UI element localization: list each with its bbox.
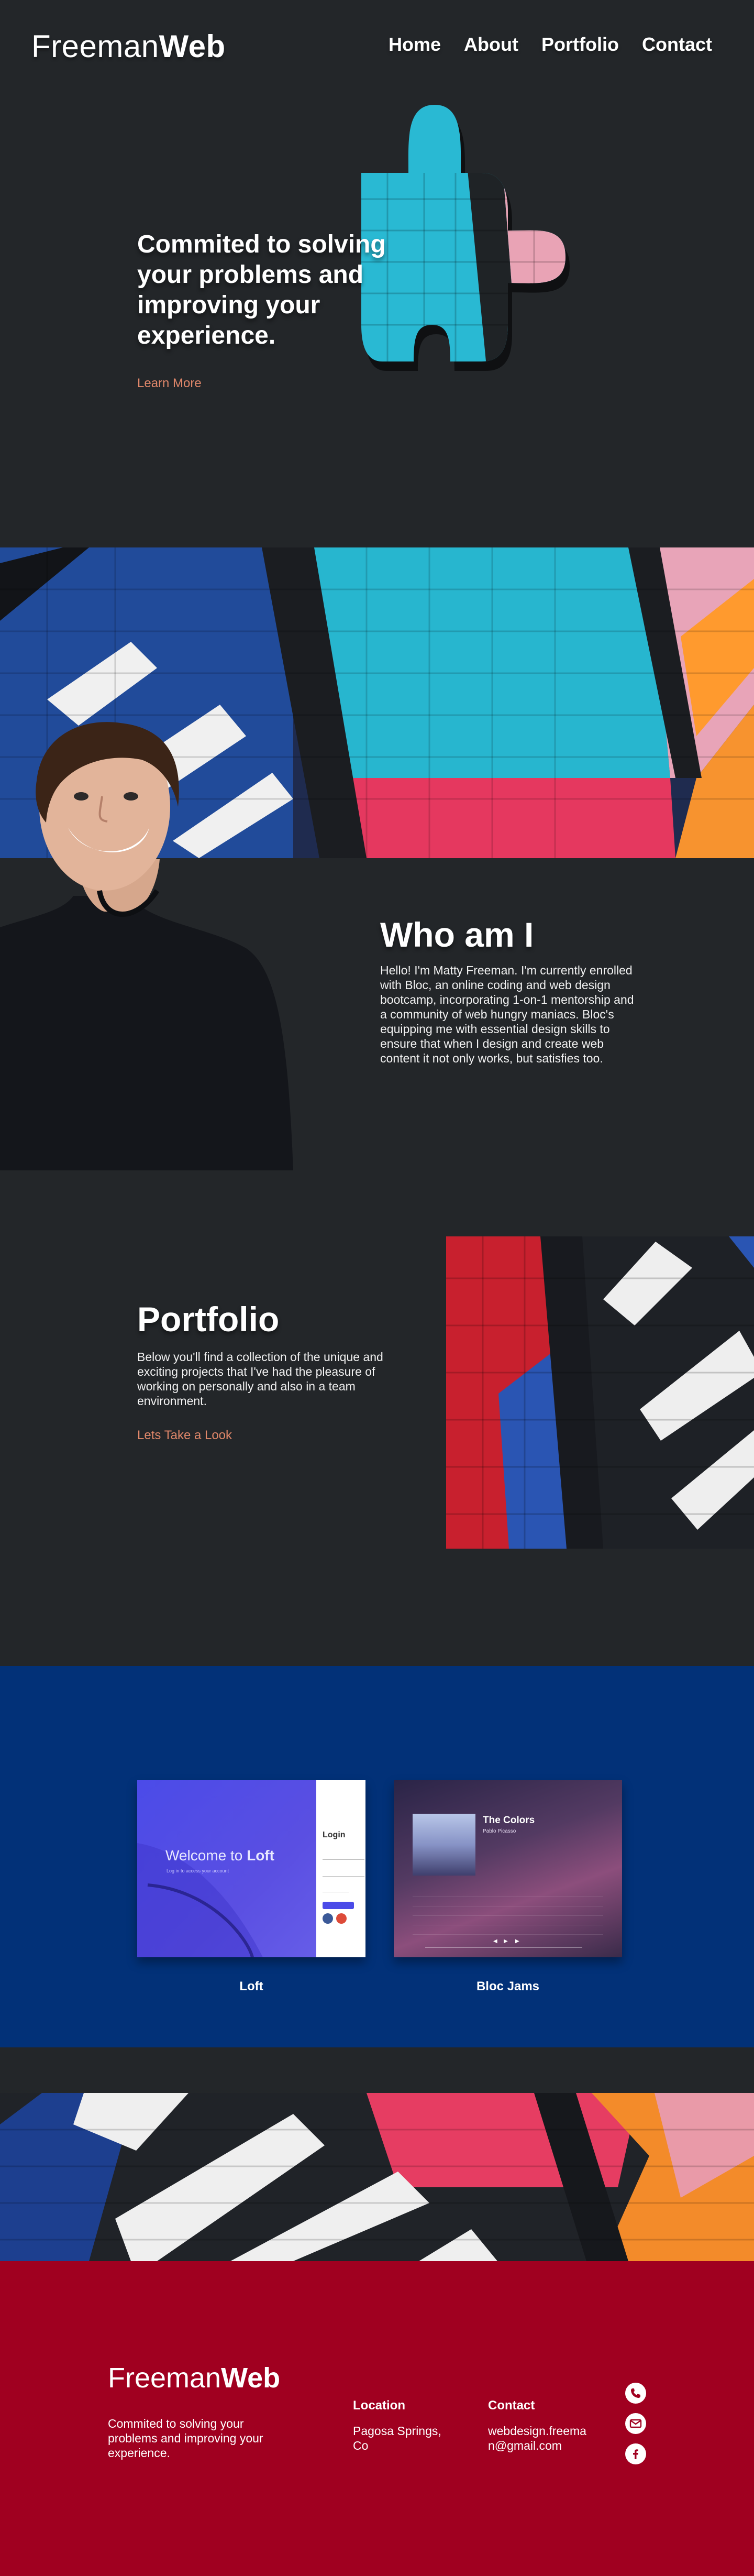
location-value: Pagosa Springs, Co [353,2424,441,2452]
project-caption-loft[interactable]: Loft [137,1979,365,1994]
footer-logo-light: Freeman [108,2362,221,2394]
hero-heading: Commited to solving your problems and im… [137,231,386,349]
footer-logo-bold: Web [221,2362,281,2394]
loft-welcome-bold: Loft [247,1847,274,1864]
portfolio-artwork [446,1236,754,1549]
about-body: Hello! I'm Matty Freeman. I'm currently … [380,963,634,1065]
loft-google-icon [336,1913,347,1924]
play-icon: ▶ [504,1938,508,1944]
prev-icon: ◀ [493,1938,497,1944]
mural-banner-bottom [0,2093,754,2261]
loft-email-field [323,1852,364,1860]
header: FreemanWeb Home About Portfolio Contact [0,0,754,94]
footer-logo[interactable]: FreemanWeb [108,2362,280,2394]
loft-login-label: Login [323,1830,346,1839]
loft-remember-field [323,1885,349,1892]
facebook-icon[interactable] [625,2443,646,2464]
album-title: The Colors [483,1815,535,1826]
loft-facebook-icon [323,1913,333,1924]
loft-login-panel: Login [316,1780,365,1957]
projects-section: Welcome to Loft Log in to access your ac… [0,1666,754,2047]
portfolio-body: Below you'll find a collection of the un… [137,1350,383,1408]
page: FreemanWeb Home About Portfolio Contact [0,0,754,2576]
track-row [413,1934,603,1935]
project-caption-bloc-jams[interactable]: Bloc Jams [394,1979,622,1994]
nav-contact[interactable]: Contact [642,34,712,56]
loft-password-field [323,1869,364,1877]
learn-more-link[interactable]: Learn More [137,376,202,391]
next-icon: ▶ [515,1938,519,1944]
contact-heading: Contact [488,2398,535,2413]
album-artist: Pablo Picasso [483,1828,516,1834]
album-cover [413,1814,475,1876]
loft-subtext: Log in to access your account [167,1868,229,1873]
loft-welcome: Welcome to Loft [165,1847,274,1864]
main-nav: Home About Portfolio Contact [389,34,712,56]
nav-portfolio[interactable]: Portfolio [541,34,619,56]
footer-tagline: Commited to solving your problems and im… [108,2417,263,2460]
email-icon[interactable] [625,2413,646,2434]
track-row [413,1915,603,1916]
portrait-photo [0,722,293,1170]
loft-welcome-text: Welcome to [165,1847,247,1864]
nav-about[interactable]: About [464,34,518,56]
logo-bold: Web [159,29,226,64]
footer: FreemanWeb Commited to solving your prob… [0,2261,754,2576]
logo-light: Freeman [31,29,159,64]
project-card-bloc-jams[interactable]: The Colors Pablo Picasso ◀ ▶ ▶ [394,1780,622,1957]
nav-home[interactable]: Home [389,34,441,56]
loft-login-button [323,1902,354,1909]
seek-bar [425,1947,582,1948]
portfolio-title: Portfolio [137,1300,280,1339]
about-title: Who am I [380,915,534,954]
logo[interactable]: FreemanWeb [31,28,226,64]
location-heading: Location [353,2398,405,2413]
project-card-loft[interactable]: Welcome to Loft Log in to access your ac… [137,1780,365,1957]
hero: Commited to solving your problems and im… [137,229,441,391]
portfolio-link[interactable]: Lets Take a Look [137,1428,232,1443]
phone-icon[interactable] [625,2383,646,2404]
contact-email[interactable]: webdesign.freeman@gmail.com [488,2424,586,2453]
